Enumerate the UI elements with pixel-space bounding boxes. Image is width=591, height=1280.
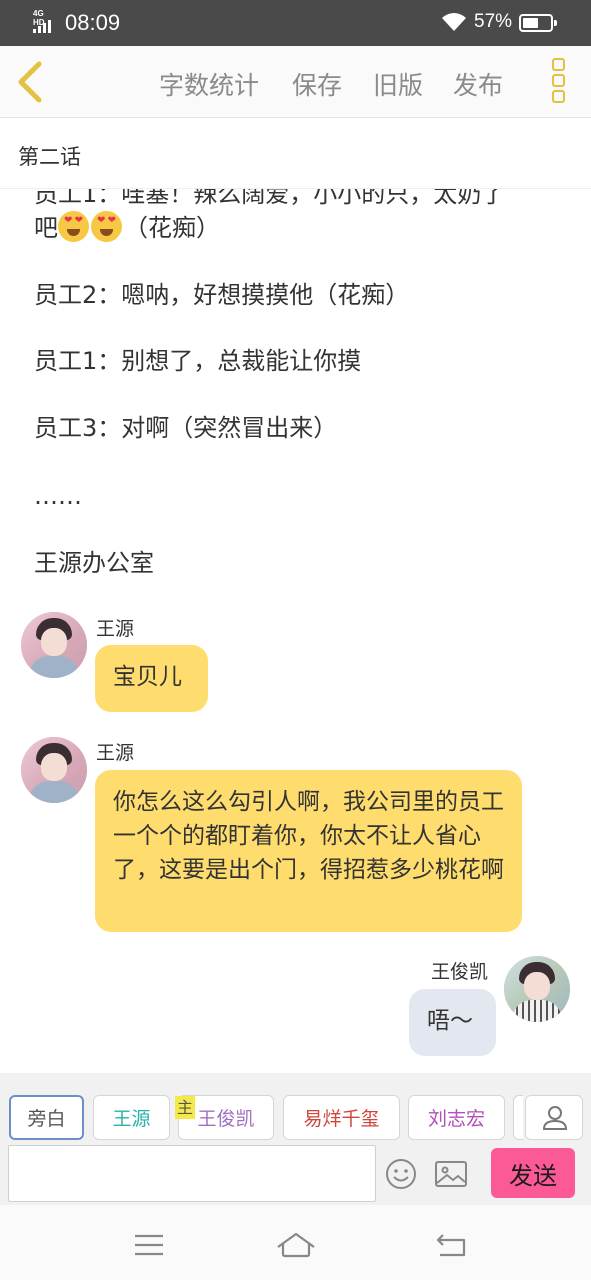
avatar[interactable] xyxy=(21,737,87,803)
wifi-icon xyxy=(442,13,466,31)
home-button[interactable] xyxy=(276,1227,316,1263)
heart-eyes-emoji-icon xyxy=(91,211,122,242)
role-narrator-button[interactable]: 旁白 xyxy=(9,1095,84,1140)
role-selector: 旁白 王源 王俊凯 主 易烊千玺 刘志宏 xyxy=(0,1073,591,1145)
image-button[interactable] xyxy=(434,1159,468,1189)
avatar[interactable] xyxy=(21,612,87,678)
menu-dot-icon xyxy=(551,74,565,87)
chapter-header: 第二话 xyxy=(0,119,591,189)
send-button[interactable]: 发送 xyxy=(491,1148,575,1198)
narration-line: 员工1：别想了，总裁能让你摸 xyxy=(34,347,362,375)
role-button[interactable]: 刘志宏 xyxy=(408,1095,505,1140)
narration-line: 员工2：嗯呐，好想摸摸他（花痴） xyxy=(34,281,410,309)
battery-percent: 57% xyxy=(474,11,513,32)
message-bubble[interactable]: 唔～ xyxy=(409,989,496,1056)
role-button[interactable]: 易烊千玺 xyxy=(283,1095,400,1140)
more-menu-button[interactable] xyxy=(548,58,568,106)
main-role-badge: 主 xyxy=(175,1096,195,1119)
message-input[interactable] xyxy=(8,1145,376,1202)
narration-line: 吧（花痴） xyxy=(34,211,220,245)
battery-icon xyxy=(519,14,557,32)
narration-line: 员工3：对啊（突然冒出来） xyxy=(34,414,338,442)
editor-toolbar: 字数统计 保存 旧版 发布 xyxy=(0,46,591,118)
message-bubble[interactable]: 宝贝儿 xyxy=(95,645,208,712)
role-button[interactable]: 王源 xyxy=(93,1095,170,1140)
speaker-name: 王源 xyxy=(96,618,135,640)
status-bar: 4G HD 08:09 57% xyxy=(0,0,591,46)
chevron-left-icon xyxy=(18,61,42,103)
menu-button[interactable] xyxy=(129,1227,169,1263)
back-button[interactable] xyxy=(12,60,52,104)
hamburger-menu-icon xyxy=(135,1234,163,1256)
save-button[interactable]: 保存 xyxy=(292,66,342,102)
menu-dot-icon xyxy=(551,58,565,71)
composer: 发送 xyxy=(0,1145,591,1205)
smiley-icon xyxy=(386,1159,416,1189)
emoji-button[interactable] xyxy=(384,1157,418,1191)
person-icon xyxy=(542,1106,568,1130)
publish-button[interactable]: 发布 xyxy=(453,66,503,102)
system-nav-bar xyxy=(0,1205,591,1280)
cellular-signal-icon: 4G HD xyxy=(33,9,57,33)
story-content[interactable]: 员工1：哇塞！辣么阔爱，小小的只，太奶了 吧（花痴） 员工2：嗯呐，好想摸摸他（… xyxy=(0,189,591,1073)
scene-heading: 王源办公室 xyxy=(34,549,154,577)
image-icon xyxy=(435,1161,467,1187)
narration-line: 员工1：哇塞！辣么阔爱，小小的只，太奶了 xyxy=(34,189,506,208)
menu-dot-icon xyxy=(551,90,565,103)
home-icon xyxy=(277,1232,315,1258)
role-button-overflow[interactable] xyxy=(513,1095,523,1140)
word-count-button[interactable]: 字数统计 xyxy=(159,66,259,102)
clock: 08:09 xyxy=(65,10,121,35)
back-nav-button[interactable] xyxy=(431,1227,471,1263)
narration-ellipsis: …… xyxy=(34,482,82,510)
message-bubble[interactable]: 你怎么这么勾引人啊，我公司里的员工一个个的都盯着你，你太不让人省心了，这要是出个… xyxy=(95,770,522,932)
heart-eyes-emoji-icon xyxy=(58,211,89,242)
speaker-name: 王俊凯 xyxy=(431,961,489,983)
avatar[interactable] xyxy=(504,956,570,1022)
old-version-button[interactable]: 旧版 xyxy=(373,66,423,102)
manage-roles-button[interactable] xyxy=(525,1095,583,1140)
speaker-name: 王源 xyxy=(96,742,135,764)
chapter-title[interactable]: 第二话 xyxy=(18,141,81,171)
return-icon xyxy=(436,1234,466,1257)
